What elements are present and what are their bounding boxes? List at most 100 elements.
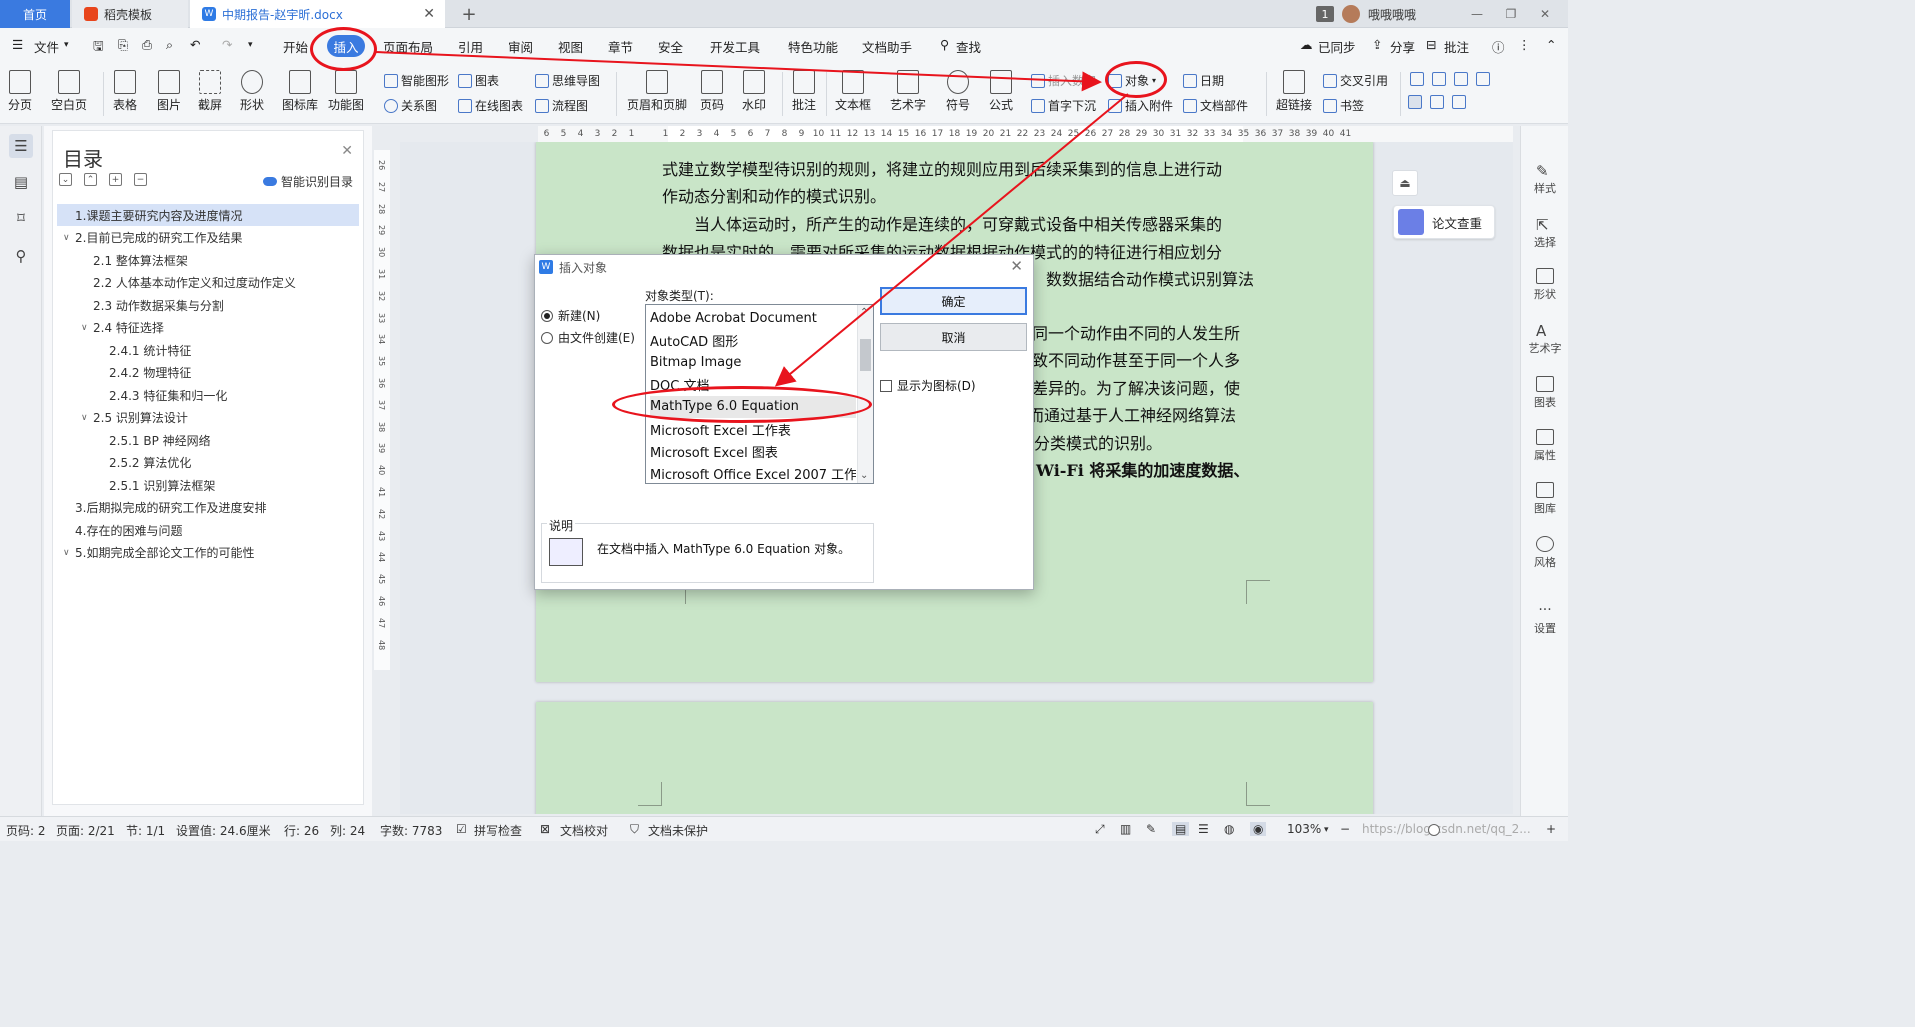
close-tab-icon[interactable]: ✕ <box>423 6 435 22</box>
chevron-down-icon[interactable]: ▾ <box>1324 825 1329 835</box>
hyperlink-button[interactable]: 超链接 <box>1276 70 1312 113</box>
paper-check-button[interactable]: 论文查重 <box>1393 205 1495 239</box>
document-line[interactable]: 而通过基于人工神经网络算法 <box>1028 402 1236 426</box>
avatar[interactable] <box>1341 5 1360 23</box>
textbox-button[interactable]: 文本框 <box>835 70 871 113</box>
document-line[interactable]: 致不同动作甚至于同一个人多 <box>1032 347 1240 371</box>
menu-chapter[interactable]: 章节 <box>608 37 633 56</box>
gallery-tool[interactable]: 图库 <box>1521 482 1569 516</box>
shape-button[interactable]: 形状 <box>240 70 264 113</box>
theme-tool[interactable]: 风格 <box>1521 536 1569 570</box>
headerfooter-button[interactable]: 页眉和页脚 <box>627 70 687 113</box>
toc-item[interactable]: 2.2 人体基本动作定义和过度动作定义 <box>57 272 359 294</box>
outline-view-icon[interactable]: ☰ <box>1198 822 1209 836</box>
object-type-item[interactable]: Bitmap Image <box>650 351 856 373</box>
menu-doc-assistant[interactable]: 文档助手 <box>862 37 912 56</box>
chevron-down-icon[interactable]: ∨ <box>63 548 75 558</box>
status-row[interactable]: 行: 26 <box>284 822 319 839</box>
iconlib-button[interactable]: 图标库 <box>282 70 318 113</box>
status-pages[interactable]: 页面: 2/21 <box>56 822 115 839</box>
web-view-icon[interactable]: ◍ <box>1224 822 1234 836</box>
hamburger-icon[interactable]: ☰ <box>12 37 23 52</box>
print-icon[interactable]: ⎙ <box>142 37 152 53</box>
restore-icon[interactable]: ❐ <box>1498 7 1524 21</box>
chevron-down-icon[interactable]: ∨ <box>81 413 93 423</box>
menu-developer[interactable]: 开发工具 <box>710 37 760 56</box>
status-words[interactable]: 字数: 7783 <box>380 822 442 839</box>
close-icon[interactable]: ✕ <box>341 143 353 159</box>
menu-view[interactable]: 视图 <box>558 37 583 56</box>
frame-control-icon[interactable] <box>1476 72 1490 86</box>
document-line[interactable]: 同一个动作由不同的人发生所 <box>1032 320 1240 344</box>
properties-control-icon[interactable] <box>1430 95 1444 109</box>
chart-button[interactable]: 图表 <box>458 72 499 89</box>
chevron-down-icon[interactable]: ∨ <box>63 233 75 243</box>
blankpage-button[interactable]: 空白页 <box>51 70 87 113</box>
expand-all-icon[interactable]: ⌃ <box>84 173 97 186</box>
form-control-icon[interactable] <box>1410 72 1424 86</box>
user-name[interactable]: 哦哦哦哦 <box>1368 6 1416 23</box>
crossref-button[interactable]: 交叉引用 <box>1323 72 1388 89</box>
image-button[interactable]: 图片 <box>157 70 181 113</box>
menu-file[interactable]: 文件 <box>34 37 59 56</box>
spellcheck-button[interactable]: 拼写检查 <box>474 822 522 839</box>
scroll-up-icon[interactable]: ⌃ <box>860 307 868 318</box>
object-type-item[interactable]: Microsoft Office Excel 2007 工作簿 <box>650 462 856 483</box>
find-nav-icon[interactable]: ⚲ <box>9 244 33 268</box>
toc-item[interactable]: 2.5.1 识别算法框架 <box>57 474 359 496</box>
zoom-in-icon[interactable]: + <box>1546 822 1556 836</box>
more-options-icon[interactable]: ⋮ <box>1518 37 1531 52</box>
watermark-button[interactable]: 水印 <box>742 70 766 113</box>
cancel-button[interactable]: 取消 <box>880 323 1027 351</box>
document-line[interactable]: 分类模式的识别。 <box>1034 430 1162 454</box>
toc-item[interactable]: 2.1 整体算法框架 <box>57 249 359 271</box>
select-tool[interactable]: ⇱ 选择 <box>1521 216 1569 250</box>
toc-item[interactable]: 2.5.1 BP 神经网络 <box>57 429 359 451</box>
more-icon[interactable]: ▾ <box>248 40 253 50</box>
relation-button[interactable]: 关系图 <box>384 97 437 114</box>
collapse-up-icon[interactable]: ⏏ <box>1392 170 1418 196</box>
checkbox-control-icon[interactable] <box>1432 72 1446 86</box>
pagebreak-button[interactable]: 分页 <box>8 70 32 113</box>
document-line[interactable]: 数数据结合动作模式识别算法 <box>1046 266 1254 290</box>
bookmark-button[interactable]: 书签 <box>1323 97 1364 114</box>
mindmap-button[interactable]: 思维导图 <box>535 72 600 89</box>
collapse-ribbon-icon[interactable]: ⌃ <box>1546 37 1556 52</box>
search-icon[interactable]: ⚲ <box>940 37 949 52</box>
symbol-button[interactable]: 符号 <box>946 70 970 113</box>
menu-review[interactable]: 审阅 <box>508 37 533 56</box>
onlinechart-button[interactable]: 在线图表 <box>458 97 523 114</box>
tab-template[interactable]: 稻壳模板 <box>72 0 188 28</box>
wordart-tool[interactable]: A 艺术字 <box>1521 322 1569 356</box>
toc-item[interactable]: 2.3 动作数据采集与分割 <box>57 294 359 316</box>
toc-item[interactable]: ∨ 2.5 识别算法设计 <box>57 407 359 429</box>
flowchart-button[interactable]: 流程图 <box>535 97 588 114</box>
view-code-icon[interactable] <box>1452 95 1466 109</box>
protect-status[interactable]: 文档未保护 <box>648 822 708 839</box>
show-as-icon-checkbox[interactable]: 显示为图标(D) <box>880 377 976 394</box>
toc-item[interactable]: 2.4.1 统计特征 <box>57 339 359 361</box>
bookmark-nav-icon[interactable]: ⌑ <box>9 206 33 230</box>
document-line[interactable]: 当人体运动时，所产生的动作是连续的，可穿戴式设备中相关传感器采集的 <box>662 211 1222 235</box>
help-icon[interactable]: ⓘ <box>1492 37 1505 56</box>
status-section[interactable]: 节: 1/1 <box>126 822 165 839</box>
dropcap-button[interactable]: 首字下沉 <box>1031 97 1096 114</box>
toc-item[interactable]: 3.后期拟完成的研究工作及进度安排 <box>57 497 359 519</box>
minimize-icon[interactable]: — <box>1464 7 1490 21</box>
properties-tool[interactable]: 属性 <box>1521 429 1569 463</box>
funcchart-button[interactable]: 功能图 <box>328 70 364 113</box>
status-page[interactable]: 页码: 2 <box>6 822 46 839</box>
redo-icon[interactable]: ↷ <box>222 37 232 52</box>
menu-page-layout[interactable]: 页面布局 <box>383 37 433 56</box>
chapter-nav-icon[interactable]: ▤ <box>9 170 33 194</box>
toc-item[interactable]: 2.4.2 物理特征 <box>57 362 359 384</box>
write-mode-icon[interactable]: ✎ <box>1146 822 1156 836</box>
document-line[interactable]: 作动态分割和动作的模式识别。 <box>662 183 886 207</box>
menu-security[interactable]: 安全 <box>658 37 683 56</box>
sync-status[interactable]: 已同步 <box>1318 37 1356 56</box>
horizontal-ruler[interactable]: 6 5 4 3 2 1 1 2 3 4 5 6 7 8 9 10 11 12 13 14 15 16 17 18 19 20 21 2… <box>538 126 1513 142</box>
undo-icon[interactable]: ↶ <box>190 37 200 52</box>
docpart-button[interactable]: 文档部件 <box>1183 97 1248 114</box>
export-pdf-icon[interactable]: ⎘ <box>118 37 128 53</box>
screenshot-button[interactable]: 截屏 <box>198 70 222 113</box>
